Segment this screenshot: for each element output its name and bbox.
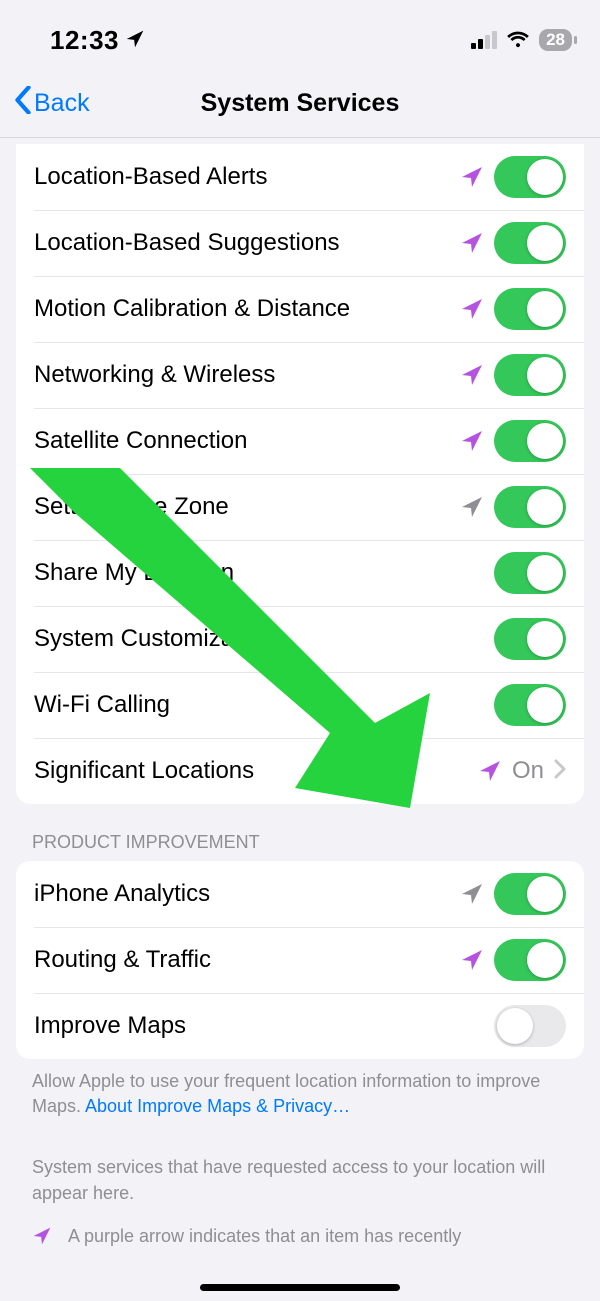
page-title: System Services <box>201 89 400 118</box>
location-arrow-gray-icon <box>460 495 484 519</box>
home-indicator <box>200 1284 400 1291</box>
navbar: Back System Services <box>0 70 600 138</box>
settings-toggle-row: Motion Calibration & Distance <box>16 276 584 342</box>
row-label: Location-Based Suggestions <box>34 229 460 258</box>
row-label: Networking & Wireless <box>34 361 460 390</box>
location-arrow-purple-icon <box>460 231 484 255</box>
toggle-switch[interactable] <box>494 618 566 660</box>
row-controls <box>460 873 566 915</box>
product-improvement-group: iPhone Analytics Routing & Traffic Improve… <box>16 861 584 1059</box>
row-controls: On <box>478 757 566 785</box>
toggle-switch[interactable] <box>494 222 566 264</box>
row-controls <box>494 1005 566 1047</box>
row-label: Significant Locations <box>34 757 478 786</box>
battery-icon: 28 <box>539 29 572 51</box>
row-controls <box>460 222 566 264</box>
row-label: Location-Based Alerts <box>34 163 460 192</box>
row-label: Setting Time Zone <box>34 493 460 522</box>
status-time-cluster: 12:33 <box>50 25 145 56</box>
settings-toggle-row: Wi-Fi Calling <box>16 672 584 738</box>
settings-toggle-row: Setting Time Zone <box>16 474 584 540</box>
settings-toggle-row: Networking & Wireless <box>16 342 584 408</box>
settings-toggle-row: Routing & Traffic <box>16 927 584 993</box>
wifi-icon <box>505 28 531 53</box>
row-label: iPhone Analytics <box>34 880 460 909</box>
row-label: Satellite Connection <box>34 427 460 456</box>
toggle-switch[interactable] <box>494 354 566 396</box>
row-label: System Customization <box>34 625 494 654</box>
chevron-right-icon <box>554 759 566 784</box>
settings-toggle-row: System Customization <box>16 606 584 672</box>
footer-purple-arrow-text: A purple arrow indicates that an item ha… <box>68 1226 461 1247</box>
about-improve-maps-link[interactable]: About Improve Maps & Privacy… <box>85 1096 350 1116</box>
back-label: Back <box>34 89 90 118</box>
toggle-switch[interactable] <box>494 1005 566 1047</box>
status-time: 12:33 <box>50 25 119 56</box>
location-arrow-gray-icon <box>460 882 484 906</box>
location-arrow-purple-icon <box>460 948 484 972</box>
row-controls <box>460 486 566 528</box>
settings-toggle-row: Satellite Connection <box>16 408 584 474</box>
row-value: On <box>512 757 544 785</box>
toggle-switch[interactable] <box>494 486 566 528</box>
location-arrow-purple-icon <box>460 297 484 321</box>
location-arrow-purple-icon <box>32 1226 52 1251</box>
toggle-switch[interactable] <box>494 939 566 981</box>
row-label: Improve Maps <box>34 1012 494 1041</box>
location-arrow-purple-icon <box>460 429 484 453</box>
row-controls <box>460 354 566 396</box>
row-label: Share My Location <box>34 559 494 588</box>
footer-system-services: System services that have requested acce… <box>32 1155 568 1205</box>
row-controls <box>460 420 566 462</box>
chevron-left-icon <box>14 86 32 121</box>
section-header-product-improvement: PRODUCT IMPROVEMENT <box>32 832 568 853</box>
row-label: Routing & Traffic <box>34 946 460 975</box>
settings-toggle-row: iPhone Analytics <box>16 861 584 927</box>
row-controls <box>460 156 566 198</box>
location-active-icon <box>125 25 145 56</box>
toggle-switch[interactable] <box>494 684 566 726</box>
back-button[interactable]: Back <box>14 86 90 121</box>
cellular-icon <box>471 31 497 49</box>
status-right-cluster: 28 <box>471 28 572 53</box>
row-controls <box>460 939 566 981</box>
row-controls <box>494 618 566 660</box>
footer-purple-arrow-note: A purple arrow indicates that an item ha… <box>32 1226 568 1251</box>
location-arrow-purple-icon <box>460 363 484 387</box>
location-arrow-purple-icon <box>460 165 484 189</box>
toggle-switch[interactable] <box>494 552 566 594</box>
status-bar: 12:33 28 <box>0 0 600 70</box>
settings-link-row[interactable]: Significant Locations On <box>16 738 584 804</box>
row-controls <box>494 684 566 726</box>
location-arrow-purple-icon <box>478 759 502 783</box>
toggle-switch[interactable] <box>494 288 566 330</box>
settings-toggle-row: Improve Maps <box>16 993 584 1059</box>
row-controls <box>460 288 566 330</box>
settings-toggle-row: Location-Based Alerts <box>16 144 584 210</box>
toggle-switch[interactable] <box>494 873 566 915</box>
row-controls <box>494 552 566 594</box>
settings-toggle-row: Location-Based Suggestions <box>16 210 584 276</box>
row-label: Motion Calibration & Distance <box>34 295 460 324</box>
settings-toggle-row: Share My Location <box>16 540 584 606</box>
toggle-switch[interactable] <box>494 156 566 198</box>
footer-improve-maps: Allow Apple to use your frequent locatio… <box>32 1069 568 1119</box>
row-label: Wi-Fi Calling <box>34 691 494 720</box>
services-group: Location-Based Alerts Location-Based Sugg… <box>16 144 584 804</box>
toggle-switch[interactable] <box>494 420 566 462</box>
